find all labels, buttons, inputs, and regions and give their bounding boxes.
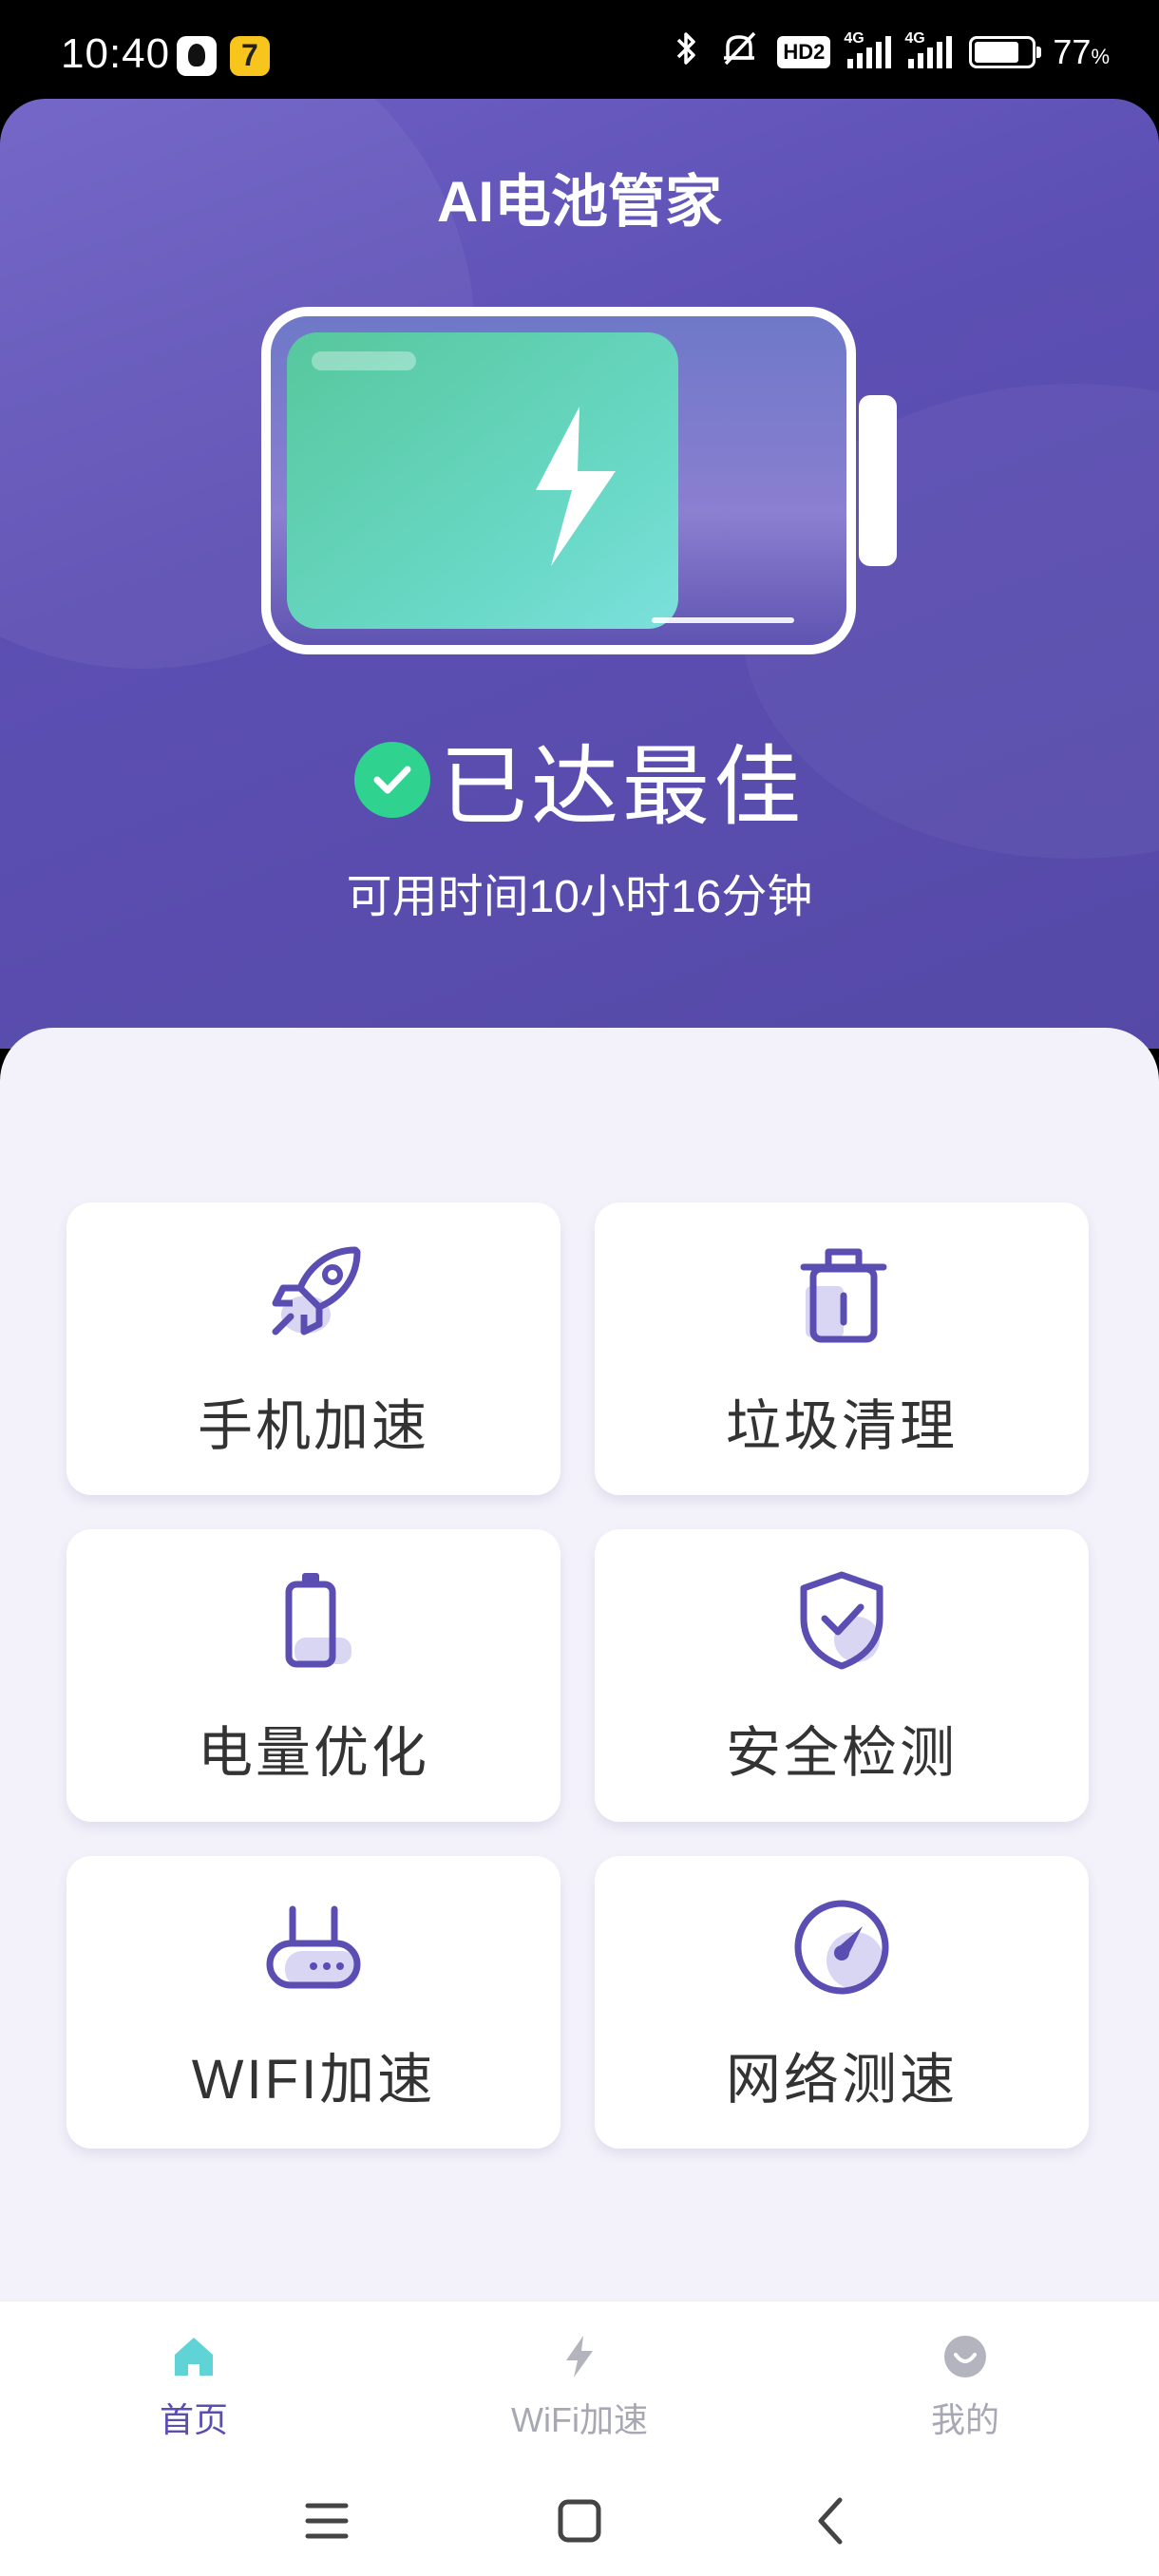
home-button-icon[interactable] (542, 2483, 618, 2559)
back-icon[interactable] (794, 2483, 870, 2559)
battery-status-icon (969, 36, 1042, 68)
battery-optimize-card[interactable]: 电量优化 (66, 1529, 560, 1822)
wifi-boost-card[interactable]: WIFI加速 (66, 1856, 560, 2149)
tab-label: WiFi加速 (511, 2400, 648, 2439)
smiley-icon (944, 2336, 986, 2377)
tab-mine[interactable]: 我的 (823, 2301, 1108, 2463)
card-label: 电量优化 (197, 1722, 429, 1784)
trash-icon (800, 1248, 887, 1343)
battery-fill-level (287, 332, 678, 629)
card-label: 手机加速 (197, 1395, 429, 1457)
battery-percent: 77% (1053, 32, 1110, 71)
bottom-tab-bar: 首页 WiFi加速 我的 (0, 2301, 1159, 2463)
network-type-label: 4G (844, 30, 864, 47)
network-type-label: 4G (904, 30, 925, 47)
home-icon (175, 2338, 213, 2376)
tab-wifi-boost[interactable]: WiFi加速 (437, 2301, 722, 2463)
status-time: 10:40 (61, 30, 171, 77)
tab-label: 首页 (159, 2400, 228, 2439)
card-label: 垃圾清理 (725, 1395, 958, 1457)
battery-status-text: 已达最佳 (439, 739, 805, 836)
card-label: 网络测速 (725, 2049, 958, 2111)
feature-panel: 手机加速 垃圾清理 电量优化 安全检测 WIFI加速 网络测速 (0, 1028, 1159, 2301)
phone-boost-card[interactable]: 手机加速 (66, 1203, 560, 1495)
card-label: 安全检测 (725, 1722, 958, 1784)
network-speed-card[interactable]: 网络测速 (595, 1856, 1089, 2149)
hd-voice-badge: HD2 (777, 36, 831, 68)
system-navigation-bar (0, 2462, 1159, 2576)
router-icon (266, 1905, 361, 1989)
battery-status-row: 已达最佳 (0, 716, 1159, 843)
speedometer-icon (794, 1900, 889, 1995)
mute-bell-icon (718, 29, 760, 76)
tab-label: 我的 (930, 2400, 999, 2439)
qq-notification-icon (177, 36, 217, 76)
junk-clean-card[interactable]: 垃圾清理 (595, 1203, 1089, 1495)
lightning-icon (566, 2336, 593, 2377)
check-icon (353, 741, 430, 818)
rocket-icon (272, 1246, 361, 1335)
app-notification-icon (230, 36, 270, 76)
tab-home[interactable]: 首页 (51, 2301, 336, 2463)
menu-icon[interactable] (289, 2483, 365, 2559)
battery-level-graphic (261, 307, 897, 654)
bluetooth-icon (673, 29, 701, 76)
security-check-card[interactable]: 安全检测 (595, 1529, 1089, 1822)
card-label: WIFI加速 (191, 2049, 436, 2111)
shield-check-icon (800, 1571, 884, 1670)
signal-icon-2: 4G (904, 30, 953, 68)
battery-header: AI电池管家 已达最佳 可用时间10小时16分钟 (0, 99, 1159, 1049)
status-indicators: HD2 4G 4G 77% (673, 28, 1110, 76)
page-title: AI电池管家 (437, 170, 722, 234)
usable-time-text: 可用时间10小时16分钟 (346, 872, 813, 922)
status-bar: 10:40 HD2 4G 4G 77% (0, 0, 1159, 104)
battery-icon (285, 1573, 352, 1668)
signal-icon-1: 4G (844, 30, 892, 68)
